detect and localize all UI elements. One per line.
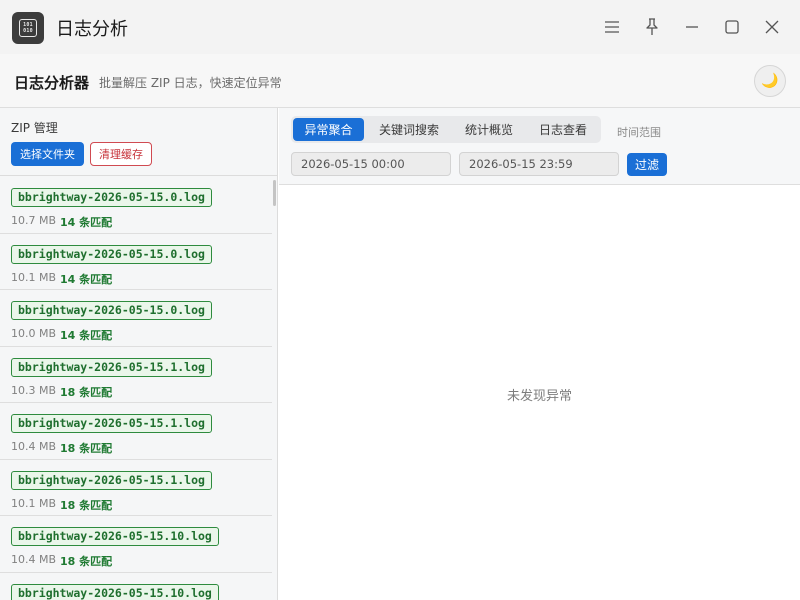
title-bar: 101 010 日志分析 <box>0 0 800 54</box>
match-count: 18 条匹配 <box>60 385 113 399</box>
file-name: bbrightway-2026-05-15.0.log <box>11 301 212 320</box>
match-count: 18 条匹配 <box>60 498 113 512</box>
match-count: 14 条匹配 <box>60 272 113 286</box>
match-count: 18 条匹配 <box>60 442 113 455</box>
analysis-toolbar: 异常聚合 关键词搜索 统计概览 日志查看 时间范围 2026-05-15 00:… <box>279 108 800 185</box>
zip-sidebar: ZIP 管理 选择文件夹 清理缓存 bbrightway-2026-05-15.… <box>0 108 278 600</box>
page-subtitle: 批量解压 ZIP 日志，快速定位异常 <box>99 76 282 90</box>
pin-icon[interactable] <box>640 15 664 39</box>
file-size: 10.3 MB <box>11 383 57 397</box>
view-tabs: 异常聚合 关键词搜索 统计概览 日志查看 <box>291 116 601 143</box>
tab-keyword-search[interactable]: 关键词搜索 <box>368 118 450 141</box>
file-name: bbrightway-2026-05-15.10.log <box>11 583 219 600</box>
list-item[interactable]: bbrightway-2026-05-15.1.log 10.4 MB 18 条… <box>0 403 272 460</box>
close-icon[interactable] <box>760 15 784 39</box>
file-size: 10.1 MB <box>11 270 57 284</box>
maximize-icon[interactable] <box>720 15 744 39</box>
tab-log-viewer[interactable]: 日志查看 <box>528 118 598 141</box>
app-header: 日志分析器 批量解压 ZIP 日志，快速定位异常 <box>0 54 800 108</box>
moon-icon: 🌙 <box>761 73 779 89</box>
file-name: bbrightway-2026-05-15.0.log <box>11 188 212 207</box>
minimize-icon[interactable] <box>680 15 704 39</box>
page-title: 日志分析器 <box>14 74 90 92</box>
list-item[interactable]: bbrightway-2026-05-15.10.log 10.4 MB 18 … <box>0 516 272 573</box>
end-time-input[interactable]: 2026-05-15 23:59 <box>459 152 619 176</box>
menu-icon[interactable] <box>600 15 624 39</box>
match-count: 14 条匹配 <box>60 216 113 229</box>
match-count: 18 条匹配 <box>60 555 113 568</box>
list-item[interactable]: bbrightway-2026-05-15.0.log 10.7 MB 14 条… <box>0 177 272 234</box>
file-size: 10.4 MB <box>11 440 57 453</box>
file-list-scrollbar[interactable] <box>273 180 276 206</box>
filter-button[interactable]: 过滤 <box>627 153 667 176</box>
list-item[interactable]: bbrightway-2026-05-15.0.log 10.0 MB 14 条… <box>0 290 272 347</box>
main-panel: 异常聚合 关键词搜索 统计概览 日志查看 时间范围 2026-05-15 00:… <box>279 108 800 600</box>
app-logo-icon: 101 010 <box>12 12 44 44</box>
file-size: 10.0 MB <box>11 327 57 340</box>
list-item[interactable]: bbrightway-2026-05-15.0.log 10.1 MB 14 条… <box>0 234 272 290</box>
list-item[interactable]: bbrightway-2026-05-15.1.log 10.1 MB 18 条… <box>0 460 272 516</box>
list-item[interactable]: bbrightway-2026-05-15.1.log 10.3 MB 18 条… <box>0 347 272 403</box>
file-name: bbrightway-2026-05-15.1.log <box>11 414 212 433</box>
file-size: 10.7 MB <box>11 214 57 227</box>
tab-exception-aggregate[interactable]: 异常聚合 <box>293 118 364 141</box>
zip-management-label: ZIP 管理 <box>11 121 58 135</box>
theme-toggle-button[interactable]: 🌙 <box>754 65 786 97</box>
start-time-input[interactable]: 2026-05-15 00:00 <box>291 152 451 176</box>
match-count: 14 条匹配 <box>60 329 113 342</box>
clear-cache-button[interactable]: 清理缓存 <box>90 142 152 166</box>
file-size: 10.1 MB <box>11 496 57 510</box>
window-title: 日志分析 <box>56 19 128 40</box>
file-size: 10.4 MB <box>11 553 57 566</box>
file-name: bbrightway-2026-05-15.1.log <box>11 470 212 490</box>
tab-statistics-overview[interactable]: 统计概览 <box>454 118 524 141</box>
file-name: bbrightway-2026-05-15.1.log <box>11 357 212 377</box>
time-range-label: 时间范围 <box>617 126 661 139</box>
empty-state-text: 未发现异常 <box>506 389 572 404</box>
list-item[interactable]: bbrightway-2026-05-15.10.log <box>0 573 272 600</box>
file-name: bbrightway-2026-05-15.0.log <box>11 244 212 264</box>
select-folder-button[interactable]: 选择文件夹 <box>11 142 84 166</box>
log-file-list: bbrightway-2026-05-15.0.log 10.7 MB 14 条… <box>0 177 272 600</box>
file-name: bbrightway-2026-05-15.10.log <box>11 527 219 546</box>
zip-management-panel: ZIP 管理 选择文件夹 清理缓存 <box>0 108 278 176</box>
